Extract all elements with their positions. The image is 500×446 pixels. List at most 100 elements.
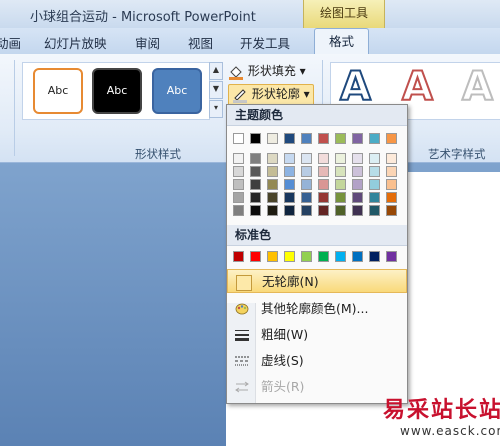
gallery-more-button[interactable]: ▾ [209,100,223,118]
theme-shade-swatch[interactable] [386,153,397,164]
theme-shade-swatch[interactable] [233,205,244,216]
standard-color-swatch[interactable] [250,251,261,262]
theme-color-swatch[interactable] [386,133,397,144]
shape-outline-label: 形状轮廓 [251,87,300,101]
theme-shade-swatch[interactable] [250,166,261,177]
theme-shade-swatch[interactable] [267,179,278,190]
shape-style-blue[interactable]: Abc [152,68,202,114]
theme-shade-swatch[interactable] [335,166,346,177]
standard-color-swatch[interactable] [301,251,312,262]
gallery-scroll-up-button[interactable]: ▲ [209,62,223,80]
theme-shade-swatch[interactable] [386,205,397,216]
tab-slideshow[interactable]: 幻灯片放映 [44,33,107,52]
chevron-down-icon: ▼ [212,84,220,93]
theme-shade-swatch[interactable] [284,192,295,203]
theme-colors-header: 主题颜色 [227,105,407,126]
shape-fill-button[interactable]: 形状填充 ▾ [228,62,306,82]
theme-color-swatch[interactable] [335,133,346,144]
theme-color-swatch[interactable] [352,133,363,144]
theme-shade-swatch[interactable] [352,166,363,177]
watermark-url: www.easck.com [400,424,500,438]
theme-shade-swatch[interactable] [284,205,295,216]
group-separator [14,60,15,156]
theme-color-swatch[interactable] [233,133,244,144]
theme-shade-swatch[interactable] [301,153,312,164]
standard-color-swatch[interactable] [284,251,295,262]
theme-shade-swatch[interactable] [369,179,380,190]
theme-color-swatch[interactable] [267,133,278,144]
theme-shade-swatch[interactable] [250,179,261,190]
tab-developer[interactable]: 开发工具 [240,33,290,52]
standard-color-swatch[interactable] [335,251,346,262]
theme-shade-swatch[interactable] [267,166,278,177]
standard-color-swatch[interactable] [352,251,363,262]
pencil-icon [233,88,247,103]
paint-bucket-icon [229,65,243,80]
arrows-menu-item: 箭头(R) [227,375,407,399]
theme-shade-swatch[interactable] [301,205,312,216]
theme-shade-swatch[interactable] [369,153,380,164]
theme-shade-swatch[interactable] [301,179,312,190]
theme-shade-swatch[interactable] [386,192,397,203]
shape-style-black[interactable]: Abc [92,68,142,114]
theme-shade-swatch[interactable] [250,205,261,216]
theme-shade-swatch[interactable] [301,192,312,203]
tab-animations[interactable]: 动画 [0,33,21,52]
standard-color-swatch[interactable] [267,251,278,262]
tab-format[interactable]: 格式 [314,28,370,55]
theme-shade-swatch[interactable] [301,166,312,177]
tab-view[interactable]: 视图 [188,33,213,52]
theme-shade-swatch[interactable] [352,205,363,216]
theme-shade-swatch[interactable] [284,179,295,190]
theme-shade-swatch[interactable] [369,166,380,177]
theme-shade-swatch[interactable] [318,192,329,203]
theme-shade-swatch[interactable] [233,166,244,177]
gallery-scroll-down-button[interactable]: ▼ [209,81,223,99]
theme-shade-swatch[interactable] [335,205,346,216]
standard-color-swatch[interactable] [369,251,380,262]
tab-review[interactable]: 审阅 [135,33,160,52]
theme-shade-swatch[interactable] [369,192,380,203]
theme-shade-swatch[interactable] [233,153,244,164]
theme-shade-swatch[interactable] [386,179,397,190]
theme-shade-swatch[interactable] [335,192,346,203]
theme-color-swatch[interactable] [250,133,261,144]
theme-shade-swatch[interactable] [318,166,329,177]
theme-shade-swatch[interactable] [352,192,363,203]
standard-color-swatch[interactable] [386,251,397,262]
theme-shade-swatch[interactable] [318,205,329,216]
theme-shade-swatch[interactable] [369,205,380,216]
more-outline-colors-menu-item[interactable]: 其他轮廓颜色(M)... [227,297,407,321]
theme-color-swatch[interactable] [284,133,295,144]
theme-shade-swatch[interactable] [233,179,244,190]
theme-shade-swatch[interactable] [267,192,278,203]
wordart-style-gray-outline[interactable]: A [461,63,494,111]
no-outline-menu-item[interactable]: 无轮廓(N) [227,269,407,293]
theme-shade-swatch[interactable] [352,179,363,190]
theme-shade-swatch[interactable] [267,153,278,164]
theme-shade-swatch[interactable] [233,192,244,203]
weight-menu-item[interactable]: 粗细(W) [227,323,407,347]
no-outline-label: 无轮廓(N) [262,274,319,289]
theme-shade-swatch[interactable] [284,166,295,177]
theme-shade-swatch[interactable] [250,153,261,164]
theme-shade-swatch[interactable] [250,192,261,203]
standard-color-swatch[interactable] [233,251,244,262]
theme-color-swatch[interactable] [301,133,312,144]
theme-shade-swatch[interactable] [284,153,295,164]
theme-shade-swatch[interactable] [318,179,329,190]
theme-shade-swatch[interactable] [352,153,363,164]
theme-shade-swatch[interactable] [335,179,346,190]
shape-style-orange-outline[interactable]: Abc [33,68,83,114]
theme-color-swatch[interactable] [318,133,329,144]
arrows-icon [235,381,249,393]
theme-color-swatch[interactable] [369,133,380,144]
dashes-label: 虚线(S) [261,353,304,368]
theme-shade-swatch[interactable] [267,205,278,216]
theme-shade-swatch[interactable] [318,153,329,164]
standard-color-swatch[interactable] [318,251,329,262]
theme-shade-swatch[interactable] [335,153,346,164]
theme-shade-swatch[interactable] [386,166,397,177]
shape-outline-button[interactable]: 形状轮廓 ▾ [228,84,314,106]
dashes-menu-item[interactable]: 虚线(S) [227,349,407,373]
